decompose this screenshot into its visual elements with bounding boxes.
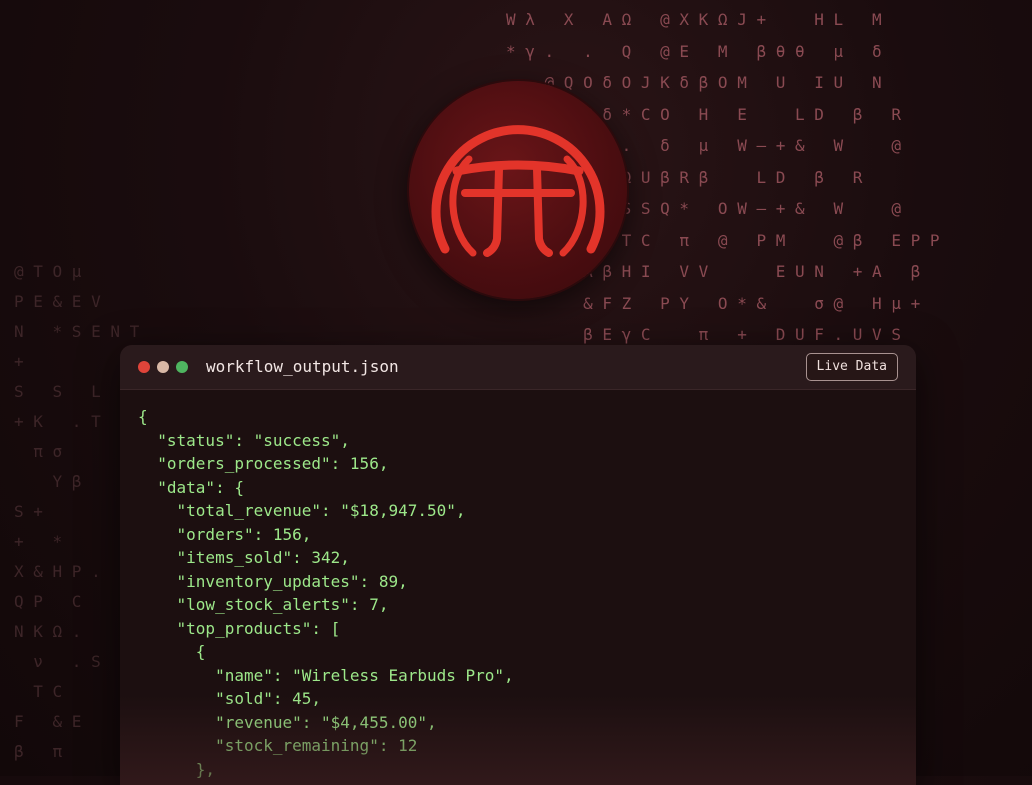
code-line: "items_sold": 342, <box>138 548 350 567</box>
live-data-badge[interactable]: Live Data <box>805 353 898 381</box>
glyph-row: + <box>14 352 24 371</box>
code-line: "stock_remaining": 12 <box>138 736 418 755</box>
code-line: }, <box>138 759 216 779</box>
glyph-row: + K . T <box>14 412 101 431</box>
glyph-row: ν . S <box>14 652 101 671</box>
window-title: workflow_output.json <box>206 357 399 376</box>
code-line: "inventory_updates": 89, <box>138 571 408 591</box>
glyph-row: S S L <box>14 382 101 401</box>
glyph-row: * γ . . Q @ E M β θ θ μ δ <box>506 41 882 61</box>
glyph-row: Q P C <box>14 592 82 611</box>
code-line: "low_stock_alerts": 7, <box>138 595 389 614</box>
code-line: "orders_processed": 156, <box>138 454 389 473</box>
code-line: "sold": 45, <box>138 689 322 708</box>
code-line: "top_products": [ <box>138 618 341 638</box>
code-line: "data": { <box>138 477 244 497</box>
json-output-window: workflow_output.json Live Data { "status… <box>120 345 916 785</box>
glyph-row: S + <box>14 502 43 521</box>
glyph-row: + * <box>14 532 63 551</box>
code-line: { <box>138 642 206 661</box>
glyph-row: β π <box>14 742 63 761</box>
glyph-row: π σ <box>14 442 63 461</box>
glyph-row: @ T O μ <box>14 262 82 281</box>
glyph-row: T C <box>14 682 63 701</box>
minimize-window-button[interactable] <box>157 361 169 373</box>
torii-gate-icon <box>409 81 627 299</box>
glyph-row: X & H P . <box>14 562 101 581</box>
maximize-window-button[interactable] <box>176 361 188 373</box>
close-window-button[interactable] <box>138 361 150 373</box>
json-code-block: { "status": "success", "orders_processed… <box>138 405 514 781</box>
code-line: "revenue": "$4,455.00", <box>138 712 437 732</box>
code-line: "status": "success", <box>138 430 350 450</box>
glyph-row: N * S E N T <box>14 322 140 341</box>
glyph-row: F & E <box>14 712 82 731</box>
glyph-row: P E & E V <box>14 292 101 311</box>
glyph-row: W λ X A Ω @ X K Ω J + H L M <box>506 10 882 29</box>
code-line: { <box>138 407 148 426</box>
window-titlebar: workflow_output.json Live Data <box>120 345 916 390</box>
code-line: "orders": 156, <box>138 524 312 544</box>
glyph-row: β E γ C π + D U F . U V S <box>506 325 901 344</box>
glyph-row: N K Ω . <box>14 622 82 641</box>
code-line: "name": "Wireless Earbuds Pro", <box>138 665 514 685</box>
glyph-row: Y β <box>14 472 82 491</box>
code-line: "total_revenue": "$18,947.50", <box>138 501 466 520</box>
